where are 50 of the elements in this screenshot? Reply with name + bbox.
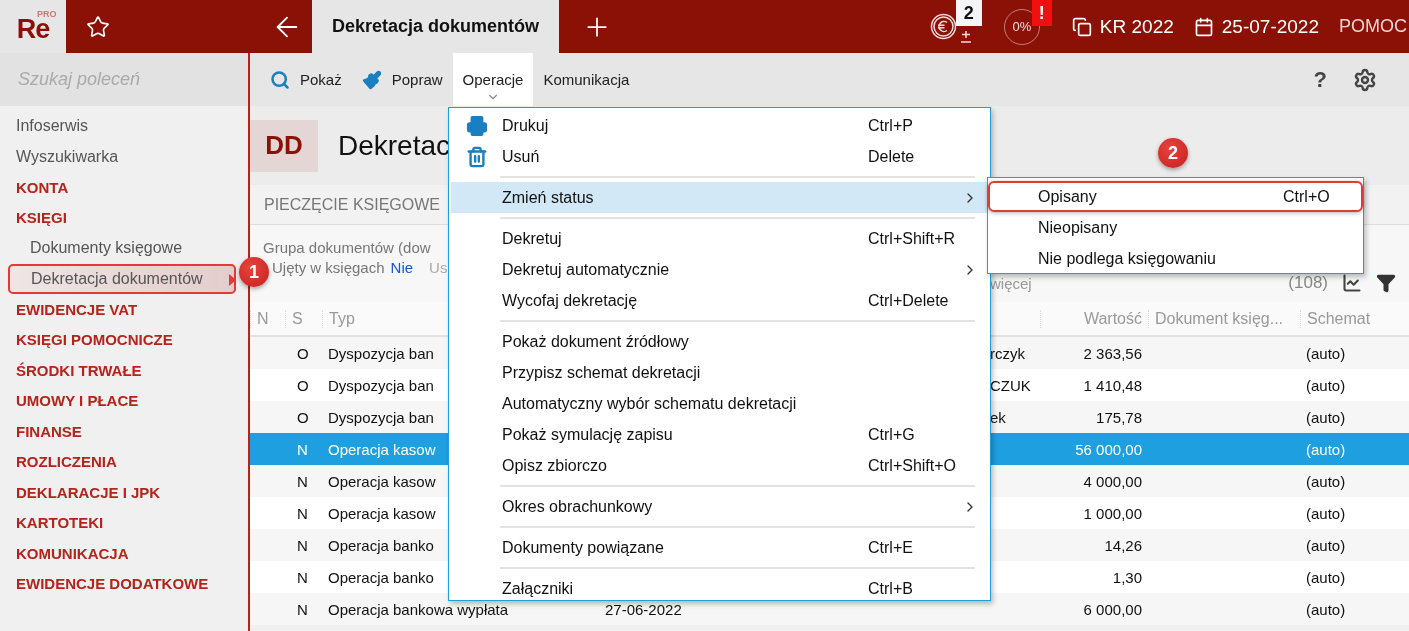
table-cell-text: 1 000,00 <box>1082 504 1143 522</box>
table-cell-text: 6 000,00 <box>1082 600 1143 618</box>
table-cell-text: 175,78 <box>1095 408 1143 426</box>
table-cell-text: N <box>296 504 309 522</box>
record-count: (108) <box>1288 273 1328 293</box>
table-cell-text: (auto) <box>1305 472 1347 490</box>
table-cell-text: N <box>296 440 309 458</box>
table-cell-text: O <box>296 344 310 362</box>
section-title: PIECZĘCIE KSIĘGOWE <box>264 195 441 214</box>
filter-text: Grupa dokumentów (dow <box>263 239 431 256</box>
table-cell-text: (auto) <box>1305 568 1347 586</box>
table-cell-text: (auto) <box>1305 536 1347 554</box>
table-cell-text: 27-06-2022 <box>604 600 683 618</box>
table-cell-text: (auto) <box>1305 408 1347 426</box>
count-badge: 2 <box>955 0 982 26</box>
table-cell-text: rczyk <box>989 344 1026 362</box>
table-cell-text: O <box>296 408 310 426</box>
table-cell-text: Operacja banko <box>327 568 435 586</box>
table-cell-text: Operacja bankowa wypłata <box>327 600 510 618</box>
table-cell-text: Operacja banko <box>327 536 435 554</box>
page-title: Dekretac <box>338 129 451 162</box>
alert-badge: ! <box>1031 0 1052 26</box>
table-cell-text: N <box>296 600 309 618</box>
table-cell-text: Dyspozycja ban <box>327 408 435 426</box>
table-cell-text: Operacja kasow <box>327 440 437 458</box>
table-cell-text: O <box>296 376 310 394</box>
table-cell-text: CZUK <box>989 376 1032 394</box>
table-cell-text: N <box>296 568 309 586</box>
table-cell-text: (auto) <box>1305 440 1347 458</box>
table-cell-text: (auto) <box>1305 600 1347 618</box>
table-cell-text: N <box>296 472 309 490</box>
table-cell-text: 2 363,56 <box>1082 344 1143 362</box>
table-cell-text: N <box>296 536 309 554</box>
table-cell-text: 1 410,48 <box>1082 376 1143 394</box>
table-cell-text: (auto) <box>1305 376 1347 394</box>
table-cell-text: 1,30 <box>1111 568 1143 586</box>
table-cell-text: 14,26 <box>1103 536 1143 554</box>
filter-text: Us <box>429 259 448 276</box>
table-cell-text: Dyspozycja ban <box>327 376 435 394</box>
table-cell-text: 4 000,00 <box>1082 472 1143 490</box>
table-cell-text: Dyspozycja ban <box>327 344 435 362</box>
filter-label: Ujęty w księgach <box>272 259 385 276</box>
table-cell-text: (auto) <box>1305 504 1347 522</box>
table-cell-text: 56 000,00 <box>1074 440 1143 458</box>
app-logo: RePRO <box>0 0 66 53</box>
table-cell-text: Operacja kasow <box>327 472 437 490</box>
table-cell-text: Operacja kasow <box>327 504 437 522</box>
table-cell-text: (auto) <box>1305 344 1347 362</box>
document-badge: DD <box>250 119 318 172</box>
table-cell-text: ek <box>989 408 1007 426</box>
